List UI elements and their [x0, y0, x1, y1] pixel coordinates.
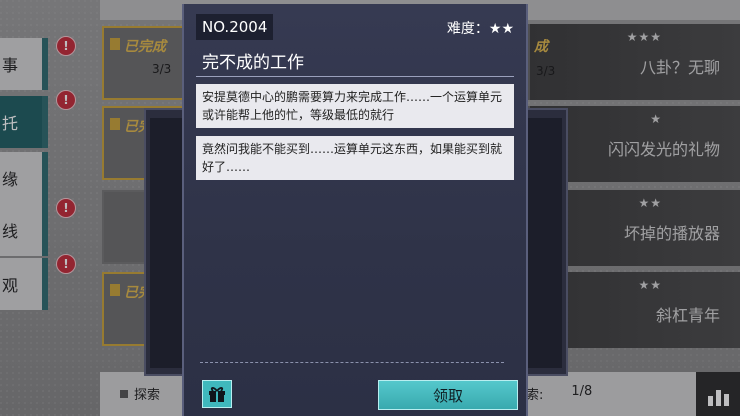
- card-status: 成: [534, 39, 548, 55]
- mission-number: NO.2004: [196, 14, 274, 40]
- explore-label: 探索: [134, 388, 161, 403]
- card-title: 闪闪发光的礼物: [607, 140, 720, 159]
- card-marker: [110, 284, 120, 296]
- tab-label: 托: [2, 114, 19, 133]
- tab-3[interactable]: 线: [0, 204, 48, 256]
- tab-2[interactable]: 缘: [0, 152, 48, 204]
- claim-button[interactable]: 领取: [378, 380, 518, 410]
- card-marker: [110, 38, 120, 50]
- unexplored-value: 1/8: [571, 384, 593, 399]
- card-title: 坏掉的播放器: [623, 224, 720, 243]
- tab-1[interactable]: 托: [0, 96, 48, 148]
- mission-dialog: NO.2004 难度：★★ 完不成的工作 安提莫德中心的鹏需要算力来完成工作………: [182, 4, 528, 416]
- alert-badge: !: [56, 254, 76, 274]
- card-progress: 3/3: [152, 62, 172, 76]
- card-title: 八卦？无聊: [639, 58, 720, 77]
- gift-icon: [209, 387, 225, 402]
- alert-badge: !: [56, 90, 76, 110]
- tab-label: 缘: [2, 170, 19, 189]
- card-progress: 3/3: [536, 64, 556, 78]
- bar-chart-icon[interactable]: [696, 372, 740, 416]
- tab-4[interactable]: 观: [0, 258, 48, 310]
- tab-label: 线: [2, 222, 19, 241]
- dialog-frame-side: [524, 118, 562, 368]
- square-icon: [120, 389, 128, 398]
- tab-label: 观: [2, 276, 19, 295]
- card-stars: ★★: [638, 196, 662, 210]
- card-marker: [110, 118, 120, 130]
- gift-icon[interactable]: [202, 380, 232, 408]
- title-divider: [196, 76, 514, 77]
- card-stars: ★: [650, 112, 662, 126]
- explore-filter[interactable]: 探索: [120, 384, 160, 403]
- tab-label: 事: [2, 56, 19, 75]
- card-stars: ★★★: [626, 30, 662, 44]
- card-title: 斜杠青年: [655, 306, 720, 325]
- card-stars: ★★: [638, 278, 662, 292]
- tab-0[interactable]: 事: [0, 38, 48, 90]
- alert-badge: !: [56, 36, 76, 56]
- mission-card[interactable]: 已完成 3/3: [102, 26, 190, 100]
- dashed-divider: [200, 362, 504, 363]
- mission-title: 完不成的工作: [202, 53, 304, 73]
- mission-card[interactable]: 成 3/3 ★★★ 八卦？无聊: [528, 24, 740, 100]
- card-status: 已完成: [124, 39, 166, 55]
- alert-badge: !: [56, 198, 76, 218]
- message-bubble: 安提莫德中心的鹏需要算力来完成工作……一个运算单元或许能帮上他的忙，等级最低的就…: [196, 84, 514, 128]
- message-bubble: 竟然问我能不能买到……运算单元这东西，如果能买到就好了……: [196, 136, 514, 180]
- mission-difficulty: 难度：★★: [446, 21, 514, 37]
